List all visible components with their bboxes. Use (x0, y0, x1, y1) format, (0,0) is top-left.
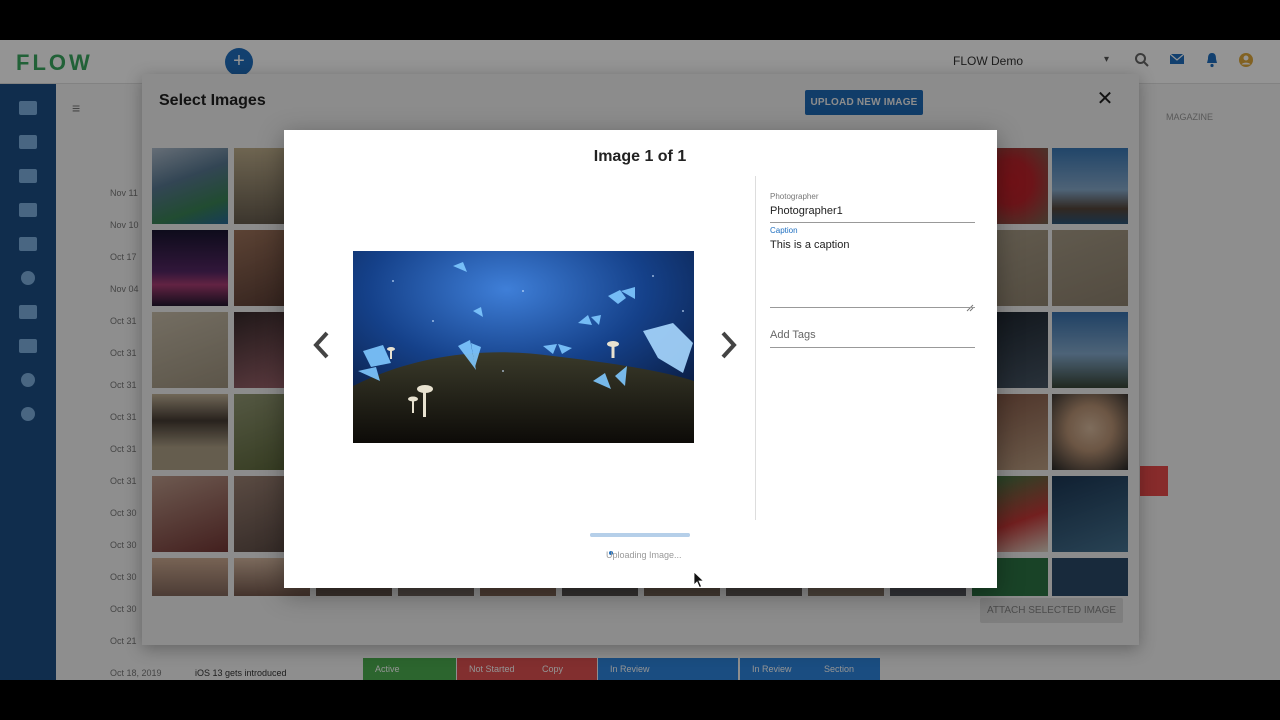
app-frame: FLOW + FLOW Demo ▾ ≡ MAGAZINE Nov 11 Nov (0, 40, 1280, 680)
mouse-cursor-icon (693, 571, 705, 589)
divider (755, 176, 756, 520)
photographer-label: Photographer (770, 192, 819, 201)
photographer-field[interactable]: Photographer1 (770, 205, 843, 217)
caption-field[interactable]: This is a caption (770, 239, 849, 251)
upload-progress-fill (590, 533, 690, 537)
photographer-underline (770, 222, 975, 223)
dialog-title: Image 1 of 1 (593, 148, 687, 165)
chevron-right-icon[interactable] (716, 328, 740, 362)
uploading-status: Uploading Image... (606, 550, 682, 560)
resize-handle-icon[interactable] (966, 299, 974, 312)
caption-underline (770, 307, 975, 308)
chevron-left-icon[interactable] (310, 328, 334, 362)
caption-label: Caption (770, 226, 798, 235)
image-detail-dialog: Image 1 of 1 Photographer Photographer1 … (284, 130, 997, 588)
upload-progress-bar (590, 533, 690, 537)
image-preview (353, 251, 694, 443)
add-tags-input[interactable]: Add Tags (770, 329, 816, 341)
tags-underline (770, 347, 975, 348)
